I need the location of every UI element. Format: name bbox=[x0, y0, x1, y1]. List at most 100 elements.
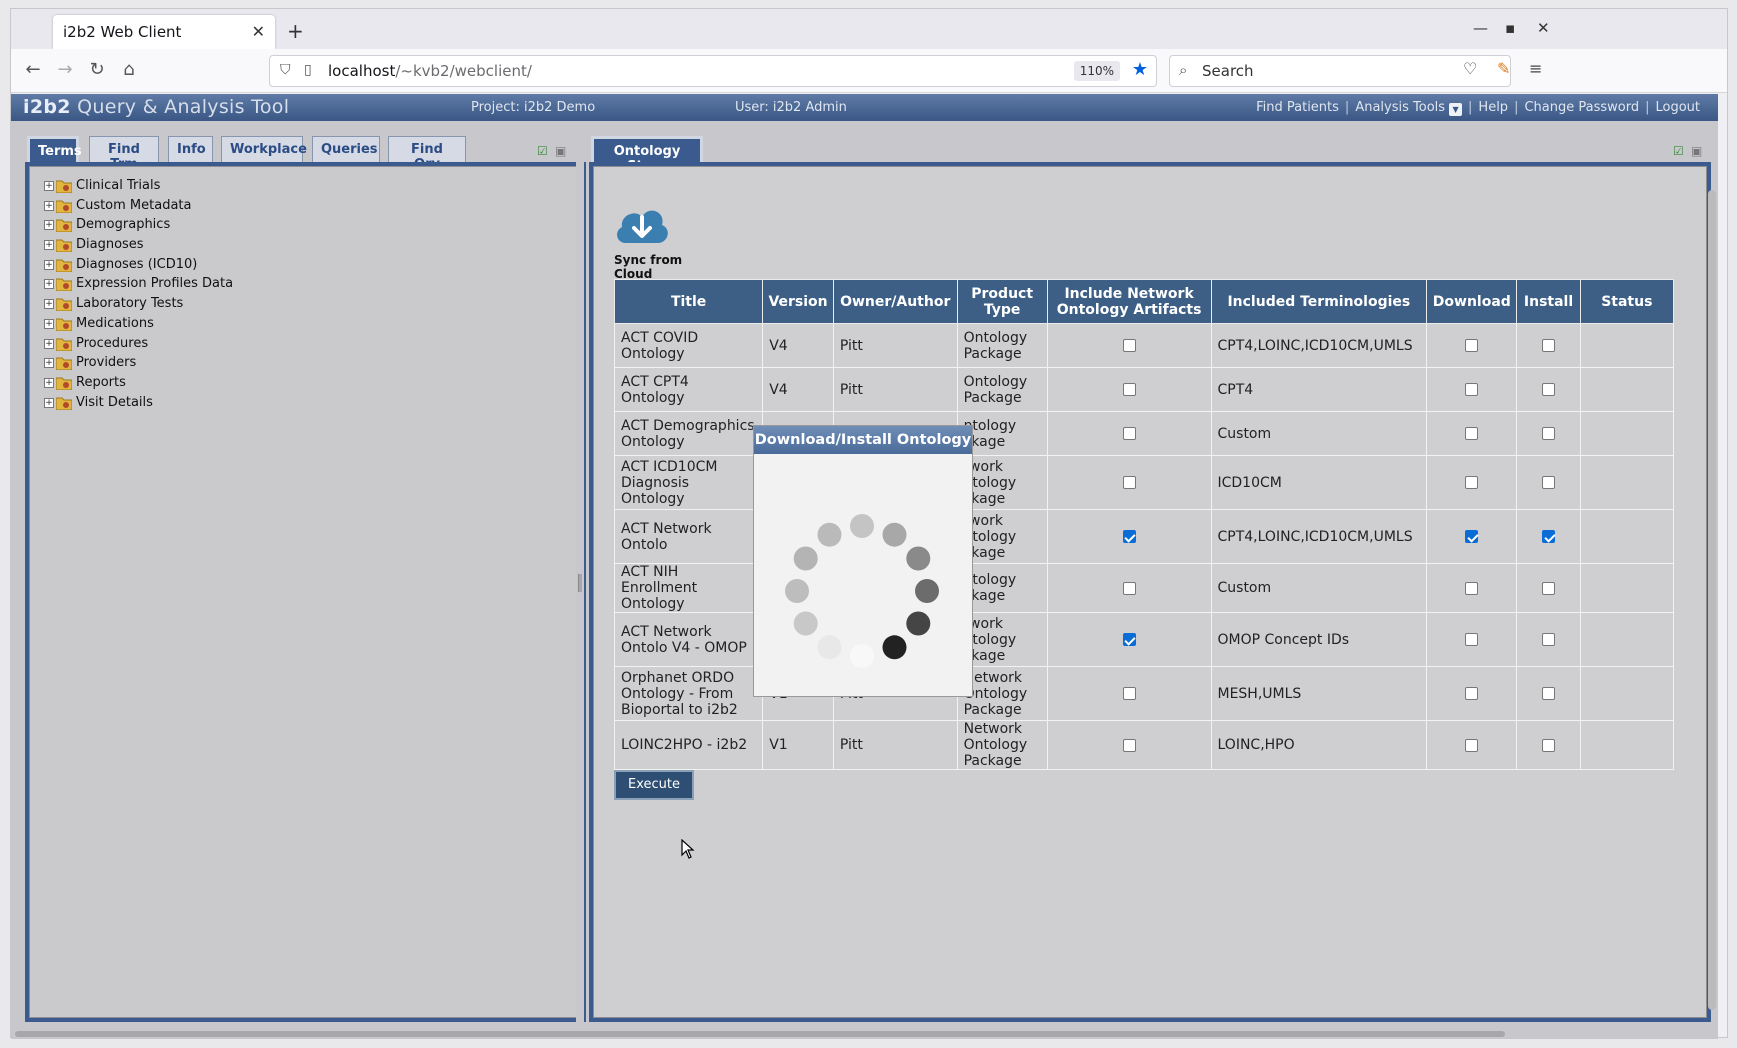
tree-item-medications[interactable]: + Medications bbox=[44, 315, 233, 335]
network-artifacts-checkbox[interactable] bbox=[1122, 687, 1136, 700]
expand-icon[interactable]: + bbox=[44, 397, 54, 408]
options-icon[interactable]: ☑ bbox=[1673, 144, 1687, 158]
install-checkbox[interactable] bbox=[1542, 738, 1556, 752]
download-checkbox[interactable] bbox=[1465, 633, 1479, 646]
panel-splitter[interactable] bbox=[576, 134, 584, 1022]
expand-icon[interactable]: + bbox=[44, 318, 54, 329]
expand-icon[interactable]: + bbox=[44, 200, 54, 211]
network-artifacts-checkbox[interactable] bbox=[1122, 738, 1136, 752]
close-tab-icon[interactable]: ✕ bbox=[252, 22, 265, 41]
zoom-level[interactable]: 110% bbox=[1073, 61, 1120, 81]
install-cell bbox=[1516, 411, 1581, 456]
tree-item-label: Custom Metadata bbox=[76, 197, 192, 213]
network-artifacts-checkbox[interactable] bbox=[1122, 633, 1136, 646]
download-checkbox[interactable] bbox=[1465, 581, 1479, 595]
download-install-dialog: Download/Install Ontology bbox=[753, 425, 973, 697]
tree-item-reports[interactable]: + Reports bbox=[44, 374, 233, 394]
download-checkbox[interactable] bbox=[1465, 383, 1479, 396]
tree-item-custom-metadata[interactable]: + Custom Metadata bbox=[44, 197, 233, 217]
find-patients-link[interactable]: Find Patients bbox=[1256, 100, 1339, 115]
install-checkbox[interactable] bbox=[1542, 633, 1556, 646]
tab-queries[interactable]: Queries bbox=[312, 136, 380, 162]
url-bar[interactable]: ⛉ ▯ localhost/~kvb2/webclient/ 110% ★ bbox=[269, 55, 1157, 87]
options-icon[interactable]: ☑ bbox=[537, 144, 551, 158]
expand-icon[interactable]: + bbox=[44, 240, 54, 251]
download-checkbox[interactable] bbox=[1465, 339, 1479, 352]
network-artifacts-checkbox[interactable] bbox=[1122, 530, 1136, 543]
execute-button[interactable]: Execute bbox=[614, 770, 694, 800]
back-arrow-icon[interactable]: ← bbox=[21, 59, 45, 80]
pocket-icon[interactable]: ♡ bbox=[1463, 59, 1477, 78]
minimize-icon[interactable]: — bbox=[1473, 19, 1488, 37]
network-artifacts-checkbox[interactable] bbox=[1122, 581, 1136, 595]
install-checkbox[interactable] bbox=[1542, 383, 1556, 396]
tree-item-laboratory-tests[interactable]: + Laboratory Tests bbox=[44, 295, 233, 315]
tab-find-terms[interactable]: Find Trm bbox=[89, 136, 159, 172]
download-checkbox[interactable] bbox=[1465, 738, 1479, 752]
expand-icon[interactable]: + bbox=[44, 338, 54, 349]
install-checkbox[interactable] bbox=[1542, 581, 1556, 595]
expand-icon[interactable]: + bbox=[44, 279, 54, 290]
page-info-icon[interactable]: ▯ bbox=[304, 62, 312, 78]
install-checkbox[interactable] bbox=[1542, 476, 1556, 489]
splitter-grip[interactable] bbox=[578, 574, 582, 592]
expand-icon[interactable]: + bbox=[44, 377, 54, 388]
cell-product-type: Network Ontology Package bbox=[956, 720, 1048, 770]
tree-item-demographics[interactable]: + Demographics bbox=[44, 216, 233, 236]
dropdown-arrow-icon[interactable]: ▼ bbox=[1449, 103, 1463, 116]
tab-find-queries[interactable]: Find Qry bbox=[388, 136, 466, 172]
resize-panel-icon[interactable]: ▣ bbox=[555, 144, 569, 158]
tab-ontology-store[interactable]: Ontology Store bbox=[591, 136, 703, 174]
change-password-link[interactable]: Change Password bbox=[1524, 100, 1639, 115]
install-checkbox[interactable] bbox=[1542, 530, 1556, 543]
sync-from-cloud-button[interactable]: Sync from Cloud bbox=[614, 203, 714, 281]
download-checkbox[interactable] bbox=[1465, 476, 1479, 489]
network-artifacts-checkbox[interactable] bbox=[1122, 339, 1136, 352]
tree-item-visit-details[interactable]: + Visit Details bbox=[44, 394, 233, 414]
download-checkbox[interactable] bbox=[1465, 530, 1479, 543]
tree-item-providers[interactable]: + Providers bbox=[44, 354, 233, 374]
network-artifacts-checkbox[interactable] bbox=[1122, 427, 1136, 440]
tab-info[interactable]: Info bbox=[168, 136, 213, 162]
menu-icon[interactable]: ≡ bbox=[1529, 59, 1542, 78]
cell-terminologies: ICD10CM bbox=[1210, 455, 1428, 510]
resize-panel-icon[interactable]: ▣ bbox=[1691, 144, 1705, 158]
horizontal-scrollbar[interactable] bbox=[15, 1031, 1505, 1037]
vertical-scrollbar[interactable] bbox=[1708, 190, 1716, 1010]
window-close-icon[interactable]: ✕ bbox=[1537, 19, 1550, 37]
search-input[interactable]: ⌕ Search bbox=[1169, 55, 1511, 87]
expand-icon[interactable]: + bbox=[44, 259, 54, 270]
bookmark-star-icon[interactable]: ★ bbox=[1132, 59, 1148, 80]
tree-item-expression-profiles[interactable]: + Expression Profiles Data bbox=[44, 275, 233, 295]
tree-item-diagnoses-icd10[interactable]: + Diagnoses (ICD10) bbox=[44, 256, 233, 276]
help-link[interactable]: Help bbox=[1478, 100, 1508, 115]
home-icon[interactable]: ⌂ bbox=[117, 59, 141, 80]
logout-link[interactable]: Logout bbox=[1655, 100, 1700, 115]
network-artifacts-cell bbox=[1046, 367, 1212, 412]
expand-icon[interactable]: + bbox=[44, 181, 54, 191]
tab-terms[interactable]: Terms bbox=[27, 136, 82, 162]
install-checkbox[interactable] bbox=[1542, 339, 1556, 352]
network-artifacts-checkbox[interactable] bbox=[1122, 476, 1136, 489]
download-checkbox[interactable] bbox=[1465, 427, 1479, 440]
shield-icon[interactable]: ⛉ bbox=[280, 62, 291, 78]
tab-workplace[interactable]: Workplace bbox=[221, 136, 307, 162]
download-checkbox[interactable] bbox=[1465, 687, 1479, 700]
maximize-icon[interactable]: ▪ bbox=[1505, 19, 1515, 37]
extension-icon[interactable]: ✎ bbox=[1497, 59, 1510, 78]
tree-item-label: Reports bbox=[76, 374, 126, 390]
new-tab-icon[interactable]: + bbox=[287, 19, 304, 43]
expand-icon[interactable]: + bbox=[44, 220, 54, 231]
install-checkbox[interactable] bbox=[1542, 687, 1556, 700]
tree-item-procedures[interactable]: + Procedures bbox=[44, 335, 233, 355]
browser-tab[interactable]: i2b2 Web Client ✕ bbox=[53, 15, 275, 49]
install-checkbox[interactable] bbox=[1542, 427, 1556, 440]
network-artifacts-checkbox[interactable] bbox=[1122, 383, 1136, 396]
forward-arrow-icon[interactable]: → bbox=[53, 59, 77, 80]
reload-icon[interactable]: ↻ bbox=[85, 59, 109, 80]
tree-item-clinical-trials[interactable]: + Clinical Trials bbox=[44, 177, 233, 197]
expand-icon[interactable]: + bbox=[44, 299, 54, 310]
tree-item-diagnoses[interactable]: + Diagnoses bbox=[44, 236, 233, 256]
analysis-tools-link[interactable]: Analysis Tools bbox=[1355, 100, 1445, 115]
expand-icon[interactable]: + bbox=[44, 358, 54, 369]
